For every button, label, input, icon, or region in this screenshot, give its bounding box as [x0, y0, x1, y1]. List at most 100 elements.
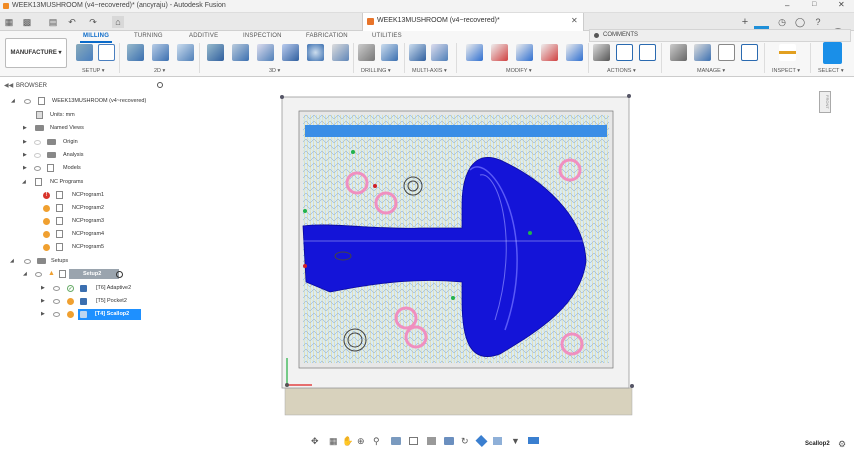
- modify-icon-1[interactable]: [466, 44, 483, 61]
- expand-arrow-icon[interactable]: ◢: [22, 179, 26, 185]
- tree-nc-program-5[interactable]: NCProgram5: [8, 242, 168, 253]
- grid-menu-icon[interactable]: ▦: [3, 16, 15, 28]
- modify-icon-2[interactable]: [491, 44, 508, 61]
- 2d-pocket-icon[interactable]: [152, 44, 169, 61]
- expand-arrow-icon[interactable]: ▶: [23, 165, 27, 171]
- save-icon[interactable]: ▤: [47, 16, 59, 28]
- tree-nc-program-4[interactable]: NCProgram4: [8, 229, 168, 240]
- tool-library-icon[interactable]: [670, 44, 687, 61]
- expand-arrow-icon[interactable]: ◢: [10, 258, 14, 264]
- tree-nc-program-3[interactable]: NCProgram3: [8, 216, 168, 227]
- tree-nc-program-1[interactable]: ! NCProgram1: [8, 190, 168, 201]
- tree-op-pocket2[interactable]: ▶ [T5] Pocket2: [8, 296, 168, 307]
- tree-op-scallop2[interactable]: ▶ [T4] Scallop2: [8, 309, 168, 320]
- visibility-icon[interactable]: [53, 299, 60, 304]
- notifications-icon[interactable]: ◯: [794, 16, 806, 28]
- section-analysis-icon[interactable]: [493, 437, 502, 445]
- undo-icon[interactable]: ↶: [66, 16, 78, 28]
- expand-arrow-icon[interactable]: ▶: [23, 152, 27, 158]
- grid-snaps-icon[interactable]: [409, 437, 418, 445]
- group-setup[interactable]: SETUP ▾: [82, 68, 105, 74]
- post-process-icon[interactable]: [616, 44, 633, 61]
- look-at-icon[interactable]: ▦: [329, 436, 338, 447]
- orbit-icon[interactable]: ✥: [311, 436, 319, 447]
- toolpath-display-icon[interactable]: [528, 437, 539, 444]
- expand-arrow-icon[interactable]: ◢: [23, 271, 27, 277]
- help-icon[interactable]: ?: [812, 16, 824, 28]
- setup-icon[interactable]: [76, 44, 93, 61]
- 3d-flat-icon[interactable]: [332, 44, 349, 61]
- refresh-icon[interactable]: ↻: [461, 436, 469, 447]
- 3d-contour-icon[interactable]: [282, 44, 299, 61]
- collapse-icon[interactable]: ◀◀: [4, 82, 13, 89]
- modify-icon-5[interactable]: [566, 44, 583, 61]
- status-settings-icon[interactable]: ⚙: [838, 439, 846, 450]
- tree-named-views[interactable]: ▶ Named Views: [8, 123, 168, 134]
- environment-icon[interactable]: [444, 437, 454, 445]
- group-select[interactable]: SELECT ▾: [818, 68, 844, 74]
- tab-fabrication[interactable]: FABRICATION: [306, 33, 348, 39]
- tool-display-icon[interactable]: ▼: [511, 436, 520, 446]
- visual-style-icon[interactable]: [475, 434, 488, 448]
- measure-icon[interactable]: [779, 44, 796, 61]
- tab-turning[interactable]: TURNING: [134, 33, 163, 39]
- group-3d[interactable]: 3D ▾: [269, 68, 280, 74]
- pan-icon[interactable]: ✋: [342, 436, 353, 447]
- group-drilling[interactable]: DRILLING ▾: [361, 68, 391, 74]
- display-settings-icon[interactable]: [391, 437, 401, 445]
- tree-op-adaptive2[interactable]: ▶ ✓ [T6] Adaptive2: [8, 283, 168, 294]
- visibility-icon[interactable]: [34, 153, 41, 158]
- job-status-icon[interactable]: ◷: [776, 16, 788, 28]
- modify-icon-4[interactable]: [541, 44, 558, 61]
- modify-icon-3[interactable]: [516, 44, 533, 61]
- redo-icon[interactable]: ↷: [87, 16, 99, 28]
- select-icon[interactable]: [823, 42, 842, 64]
- tree-analysis[interactable]: ▶ Analysis: [8, 150, 168, 161]
- tree-setups[interactable]: ◢ Setups: [8, 256, 168, 267]
- group-actions[interactable]: ACTIONS ▾: [607, 68, 636, 74]
- tab-utilities[interactable]: UTILITIES: [372, 33, 402, 39]
- visibility-icon[interactable]: [34, 140, 41, 145]
- file-icon[interactable]: ▩: [21, 16, 33, 28]
- group-2d[interactable]: 2D ▾: [154, 68, 165, 74]
- tree-origin[interactable]: ▶ Origin: [8, 137, 168, 148]
- post-library-icon[interactable]: [741, 44, 758, 61]
- visibility-icon[interactable]: [35, 272, 42, 277]
- visibility-icon[interactable]: [24, 259, 31, 264]
- tree-nc-program-2[interactable]: NCProgram2: [8, 203, 168, 214]
- browser-header[interactable]: ◀◀ BROWSER: [3, 82, 167, 92]
- 3d-parallel-icon[interactable]: [257, 44, 274, 61]
- view-cube-face[interactable]: FRONT: [819, 91, 831, 113]
- minimize-icon[interactable]: –: [785, 1, 789, 10]
- expand-arrow-icon[interactable]: ▶: [23, 125, 27, 131]
- home-icon[interactable]: ⌂: [112, 16, 124, 28]
- viewports-icon[interactable]: [427, 437, 436, 445]
- tab-inspection[interactable]: INSPECTION: [243, 33, 282, 39]
- swarf-icon[interactable]: [431, 44, 448, 61]
- tree-units[interactable]: Units: mm: [8, 110, 168, 121]
- setup-sheet-action-icon[interactable]: [639, 44, 656, 61]
- tab-additive[interactable]: ADDITIVE: [189, 33, 218, 39]
- expand-arrow-icon[interactable]: ▶: [23, 139, 27, 145]
- tree-nc-programs[interactable]: ◢ NC Programs: [8, 177, 168, 188]
- expand-arrow-icon[interactable]: ◢: [11, 98, 15, 104]
- group-multi-axis[interactable]: MULTI-AXIS ▾: [412, 68, 447, 74]
- visibility-icon[interactable]: [53, 312, 60, 317]
- tree-root[interactable]: ◢ WEEK13MUSHROOM (v4~recovered): [8, 96, 168, 107]
- visibility-icon[interactable]: [34, 166, 41, 171]
- group-inspect[interactable]: INSPECT ▾: [772, 68, 800, 74]
- new-tab-icon[interactable]: +: [739, 16, 751, 28]
- group-manage[interactable]: MANAGE ▾: [697, 68, 725, 74]
- browser-options-icon[interactable]: [157, 82, 163, 88]
- expand-arrow-icon[interactable]: ▶: [41, 285, 45, 291]
- thread-icon[interactable]: [381, 44, 398, 61]
- fit-icon[interactable]: ⚲: [373, 436, 380, 447]
- comments-panel[interactable]: COMMENTS: [589, 29, 851, 42]
- document-tab[interactable]: WEEK13MUSHROOM (v4~recovered)* ✕: [362, 13, 584, 31]
- maximize-icon[interactable]: □: [812, 1, 816, 8]
- 2d-contour-icon[interactable]: [177, 44, 194, 61]
- tree-models[interactable]: ▶ Models: [8, 163, 168, 174]
- document-close-icon[interactable]: ✕: [571, 16, 578, 25]
- tab-milling[interactable]: MILLING: [83, 33, 109, 39]
- machine-library-icon[interactable]: [694, 44, 711, 61]
